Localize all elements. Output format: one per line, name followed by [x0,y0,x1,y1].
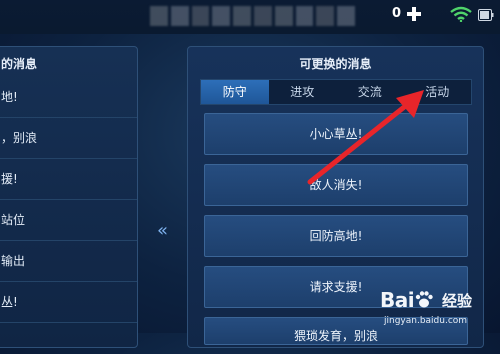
message-option-button[interactable]: 敌人消失! [204,164,468,206]
list-item[interactable]: 丛! [0,282,137,323]
list-item[interactable]: 地! [0,77,137,118]
status-bar: 0 [0,0,500,34]
left-panel-title: 的消息 [1,57,38,71]
tab-activity[interactable]: 活动 [404,80,472,104]
right-panel-title: 可更换的消息 [299,57,372,71]
baidu-logo: Bai [380,288,434,312]
list-item[interactable]: 援! [0,159,137,200]
currency-count: 0 [392,6,402,21]
message-option-button[interactable]: 回防高地! [204,215,468,257]
tab-defense[interactable]: 防守 [201,80,269,104]
tab-attack[interactable]: 进攻 [269,80,337,104]
message-option-button[interactable]: 小心草丛! [204,113,468,155]
current-message-list: 地! ，别浪 援! 站位 输出 丛! [0,77,137,323]
list-item[interactable]: 输出 [0,241,137,282]
list-item[interactable]: 站位 [0,200,137,241]
blurred-region [150,6,355,26]
message-category-tabs: 防守 进攻 交流 活动 [200,79,472,105]
paw-icon [415,291,433,308]
tab-communication[interactable]: 交流 [336,80,404,104]
list-item[interactable]: ，别浪 [0,118,137,159]
battery-icon [478,9,494,21]
plus-icon[interactable] [406,6,422,22]
wifi-icon [450,6,472,22]
double-chevron-left-icon[interactable]: « [141,221,181,241]
watermark-brand: 经验 [442,292,473,310]
watermark-url: jingyan.baidu.com [384,316,468,326]
current-messages-panel: 的消息 地! ，别浪 援! 站位 输出 丛! [0,46,138,348]
baidu-jingyan-watermark: Bai 经验 jingyan.baidu.com [378,288,498,332]
